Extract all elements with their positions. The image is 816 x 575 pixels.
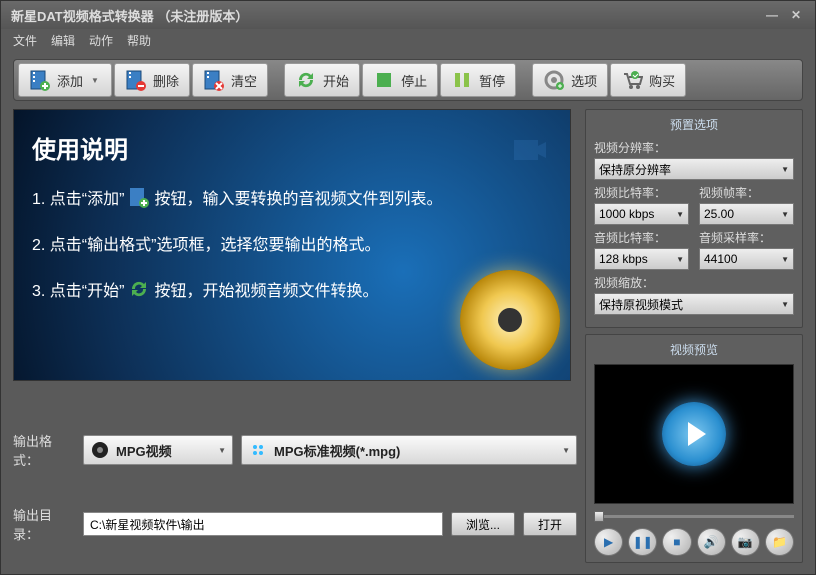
menu-file[interactable]: 文件: [13, 32, 37, 49]
audio-samplerate-label: 音频采样率：: [699, 229, 794, 246]
presets-panel: 预置选项 视频分辨率： 保持原分辨率▼ 视频比特率： 1000 kbps▼ 视频…: [585, 109, 803, 328]
preview-title: 视频预览: [594, 341, 794, 358]
output-format-select[interactable]: MPG视频 ▼: [83, 435, 233, 465]
preview-pause-button[interactable]: ❚❚: [628, 528, 657, 556]
cart-icon: [621, 69, 643, 91]
delete-button[interactable]: 删除: [114, 63, 190, 97]
stop-button[interactable]: 停止: [362, 63, 438, 97]
menu-bar: 文件 编辑 动作 帮助: [1, 29, 815, 51]
clear-film-icon: [203, 69, 225, 91]
chevron-down-icon: ▼: [676, 255, 684, 264]
output-preset-select[interactable]: MPG标准视频(*.mpg) ▼: [241, 435, 577, 465]
output-format-label: 输出格式：: [13, 431, 75, 469]
audio-bitrate-label: 音频比特率：: [594, 229, 689, 246]
preview-area: [594, 364, 794, 504]
pause-icon: [451, 69, 473, 91]
resolution-select[interactable]: 保持原分辨率▼: [594, 158, 794, 180]
chevron-down-icon: ▼: [562, 446, 570, 455]
chevron-down-icon: ▼: [218, 446, 226, 455]
chevron-down-icon: ▼: [781, 210, 789, 219]
step-1: 1. 点击“添加” 按钮，输入要转换的音视频文件到列表。: [32, 185, 552, 209]
video-fps-select[interactable]: 25.00▼: [699, 203, 794, 225]
play-icon: [662, 402, 726, 466]
chevron-down-icon: ▼: [781, 300, 789, 309]
close-button[interactable]: ✕: [787, 8, 805, 22]
preview-stop-button[interactable]: ■: [662, 528, 691, 556]
preview-play-button[interactable]: ▶: [594, 528, 623, 556]
preview-volume-button[interactable]: 🔊: [697, 528, 726, 556]
browse-button[interactable]: 浏览...: [451, 512, 515, 536]
open-button[interactable]: 打开: [523, 512, 577, 536]
video-scale-label: 视频缩放：: [594, 274, 794, 291]
menu-help[interactable]: 帮助: [127, 32, 151, 49]
instructions-title: 使用说明: [32, 130, 552, 165]
mpg-icon: [90, 440, 110, 460]
preset-icon: [248, 440, 268, 460]
chevron-down-icon: ▼: [676, 210, 684, 219]
output-dir-label: 输出目录：: [13, 505, 75, 543]
audio-samplerate-select[interactable]: 44100▼: [699, 248, 794, 270]
chevron-down-icon: ▼: [781, 165, 789, 174]
window-title: 新星DAT视频格式转换器 （未注册版本）: [11, 6, 248, 25]
buy-button[interactable]: 购买: [610, 63, 686, 97]
gear-icon: [543, 69, 565, 91]
seek-slider[interactable]: [594, 510, 794, 522]
video-fps-label: 视频帧率：: [699, 184, 794, 201]
video-scale-select[interactable]: 保持原视频模式▼: [594, 293, 794, 315]
output-dir-input[interactable]: [83, 512, 443, 536]
chevron-down-icon: ▼: [91, 76, 101, 85]
preview-panel: 视频预览 ▶ ❚❚ ■ 🔊 📷 📁: [585, 334, 803, 563]
menu-action[interactable]: 动作: [89, 32, 113, 49]
audio-bitrate-select[interactable]: 128 kbps▼: [594, 248, 689, 270]
disc-icon: [460, 270, 560, 370]
delete-film-icon: [125, 69, 147, 91]
instructions-banner: 使用说明 1. 点击“添加” 按钮，输入要转换的音视频文件到列表。 2. 点击“…: [13, 109, 571, 381]
presets-title: 预置选项: [594, 116, 794, 133]
stop-icon: [373, 69, 395, 91]
video-bitrate-label: 视频比特率：: [594, 184, 689, 201]
video-bitrate-select[interactable]: 1000 kbps▼: [594, 203, 689, 225]
chevron-down-icon: ▼: [781, 255, 789, 264]
options-button[interactable]: 选项: [532, 63, 608, 97]
step-2: 2. 点击“输出格式”选项框，选择您要输出的格式。: [32, 231, 552, 255]
clear-button[interactable]: 清空: [192, 63, 268, 97]
title-bar: 新星DAT视频格式转换器 （未注册版本） — ✕: [1, 1, 815, 29]
resolution-label: 视频分辨率：: [594, 139, 794, 156]
menu-edit[interactable]: 编辑: [51, 32, 75, 49]
preview-snapshot-button[interactable]: 📷: [731, 528, 760, 556]
add-button[interactable]: 添加 ▼: [18, 63, 112, 97]
start-button[interactable]: 开始: [284, 63, 360, 97]
add-film-icon: [128, 186, 150, 208]
pause-button[interactable]: 暂停: [440, 63, 516, 97]
add-film-icon: [29, 69, 51, 91]
refresh-icon: [295, 69, 317, 91]
minimize-button[interactable]: —: [763, 8, 781, 22]
camera-icon: [510, 130, 550, 170]
refresh-icon: [128, 278, 150, 300]
preview-folder-button[interactable]: 📁: [765, 528, 794, 556]
toolbar: 添加 ▼ 删除 清空 开始 停止 暂停: [13, 59, 803, 101]
